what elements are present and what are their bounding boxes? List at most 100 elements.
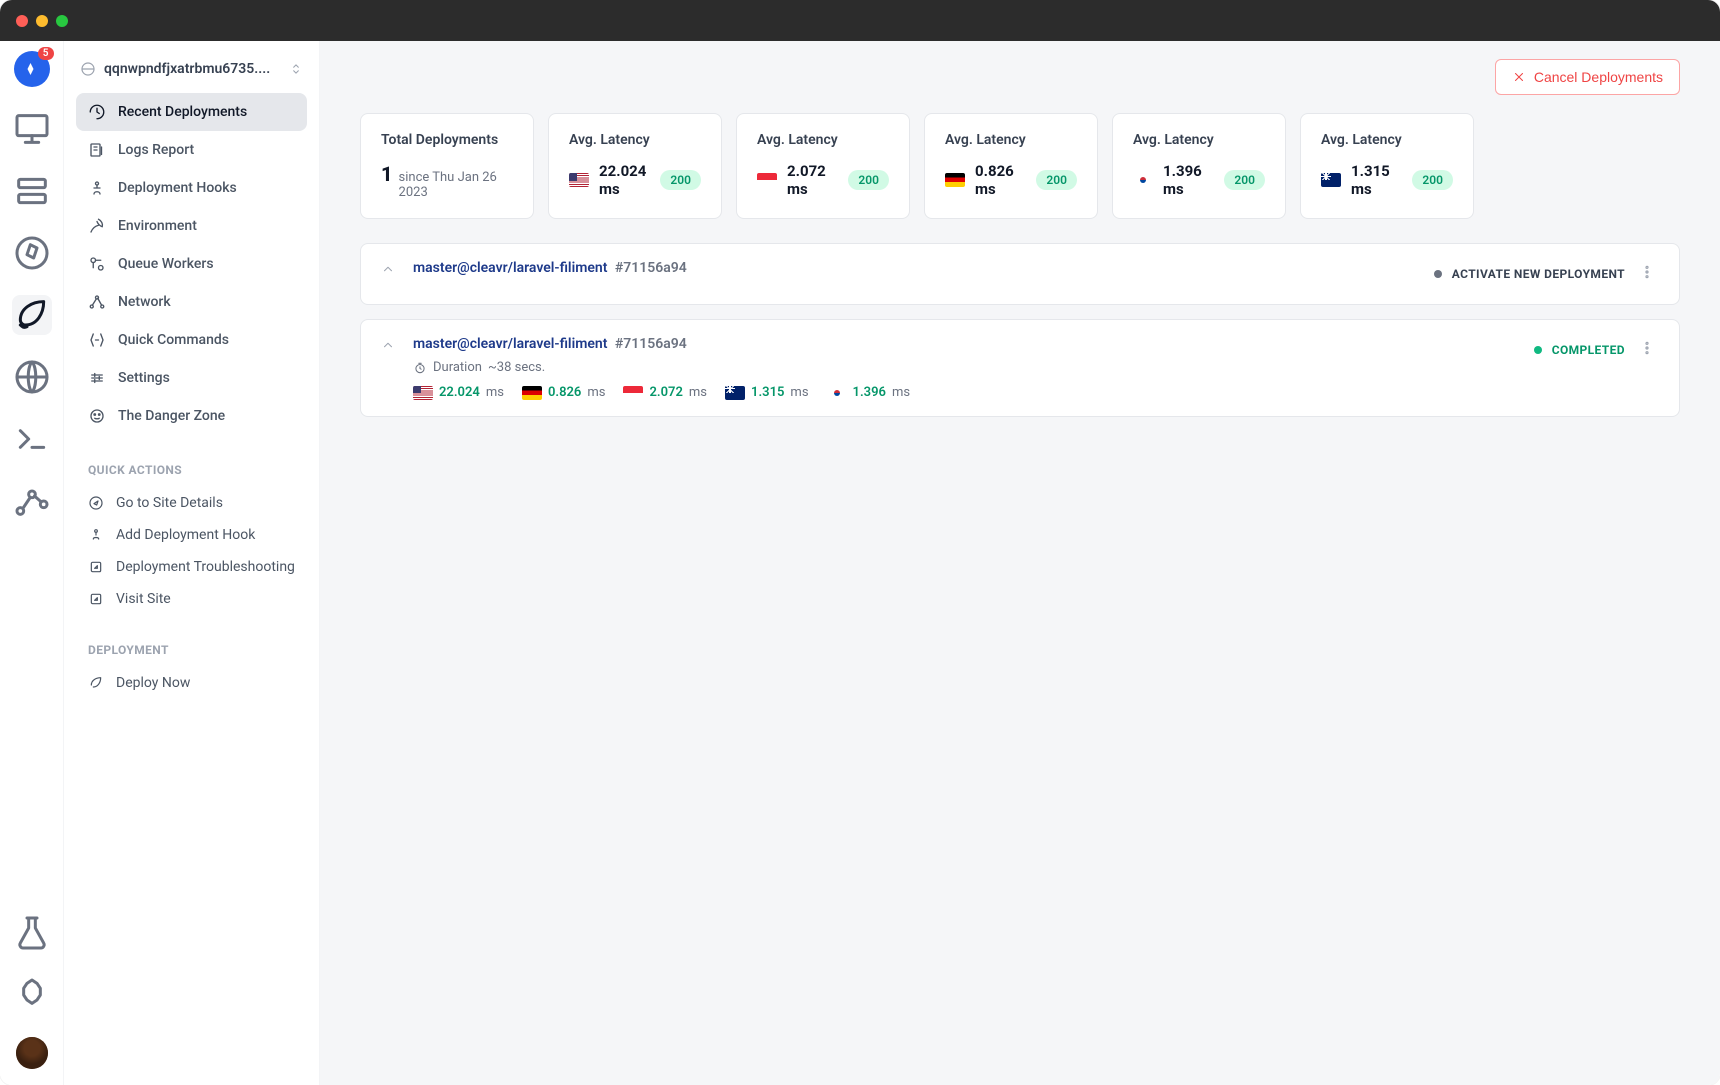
stats-cards: Total Deployments 1 since Thu Jan 26 202… — [360, 113, 1680, 219]
deployment-header: DEPLOYMENT — [64, 615, 319, 667]
rail-servers-icon[interactable] — [12, 109, 52, 149]
quick-action-deployment-troubleshooting[interactable]: Deployment Troubleshooting — [64, 551, 319, 583]
window-titlebar — [0, 0, 1720, 41]
rail-flask-icon[interactable] — [12, 913, 52, 953]
rocket-icon — [88, 675, 104, 691]
window-minimize-button[interactable] — [36, 15, 48, 27]
expand-toggle[interactable] — [381, 262, 395, 280]
nav-icon — [88, 217, 106, 235]
nav-icon — [88, 407, 106, 425]
qa-icon — [88, 591, 104, 607]
total-since: since Thu Jan 26 2023 — [399, 170, 513, 200]
latency-item-de: 0.826ms — [522, 385, 606, 400]
nav-label: Environment — [118, 218, 197, 234]
nav-icon — [88, 141, 106, 159]
rail-globe-icon[interactable] — [12, 357, 52, 397]
qa-icon — [88, 495, 104, 511]
qa-icon — [88, 559, 104, 575]
latency-card-title: Avg. Latency — [945, 132, 1077, 148]
flag-sg-icon — [757, 173, 777, 187]
qa-label: Deployment Troubleshooting — [116, 559, 295, 575]
total-card-title: Total Deployments — [381, 132, 513, 148]
nav-item-queue-workers[interactable]: Queue Workers — [76, 245, 307, 283]
window-maximize-button[interactable] — [56, 15, 68, 27]
nav-icon — [88, 255, 106, 273]
nav-item-the-danger-zone[interactable]: The Danger Zone — [76, 397, 307, 435]
latency-card-title: Avg. Latency — [569, 132, 701, 148]
qa-label: Go to Site Details — [116, 495, 223, 511]
nav-label: Logs Report — [118, 142, 194, 158]
latency-card-title: Avg. Latency — [757, 132, 889, 148]
user-avatar[interactable] — [16, 1037, 48, 1069]
latency-card-de: Avg. Latency 0.826 ms 200 — [924, 113, 1098, 219]
status-dot — [1534, 346, 1542, 354]
nav-label: The Danger Zone — [118, 408, 225, 424]
app-logo[interactable]: 5 — [14, 51, 50, 87]
nav-item-environment[interactable]: Environment — [76, 207, 307, 245]
flag-de-icon — [945, 173, 965, 187]
window-close-button[interactable] — [16, 15, 28, 27]
nav-label: Settings — [118, 370, 170, 386]
latency-value: 0.826 ms — [975, 162, 1026, 198]
latency-card-kr: Avg. Latency 1.396 ms 200 — [1112, 113, 1286, 219]
status-label: ACTIVATE NEW DEPLOYMENT — [1452, 267, 1625, 281]
status-code-pill: 200 — [1036, 170, 1077, 190]
main-content: Cancel Deployments Total Deployments 1 s… — [320, 41, 1720, 1085]
flag-kr-icon — [1133, 173, 1153, 187]
latency-card-title: Avg. Latency — [1321, 132, 1453, 148]
flag-us-icon — [413, 386, 433, 400]
total-count: 1 — [381, 162, 393, 186]
sidebar: qqnwpndfjxatrbmu6735.... Recent Deployme… — [64, 41, 320, 1085]
deployment-duration: Duration~38 secs. — [413, 360, 1516, 375]
cancel-label: Cancel Deployments — [1534, 69, 1663, 85]
expand-toggle[interactable] — [381, 338, 395, 356]
chevron-updown-icon — [289, 62, 303, 76]
latency-card-title: Avg. Latency — [1133, 132, 1265, 148]
qa-icon — [88, 527, 104, 543]
flag-de-icon — [522, 386, 542, 400]
nav-item-settings[interactable]: Settings — [76, 359, 307, 397]
latency-item-kr: 1.396ms — [827, 385, 911, 400]
rail-terminal-icon[interactable] — [12, 419, 52, 459]
site-selector[interactable]: qqnwpndfjxatrbmu6735.... — [80, 61, 303, 77]
latency-card-au: Avg. Latency1.315 ms200 — [1300, 113, 1474, 219]
quick-action-add-deployment-hook[interactable]: Add Deployment Hook — [64, 519, 319, 551]
rail-graph-icon[interactable] — [12, 481, 52, 521]
qa-label: Add Deployment Hook — [116, 527, 255, 543]
nav-icon — [88, 369, 106, 387]
flag-kr-icon — [827, 386, 847, 400]
rail-ring-icon[interactable] — [12, 975, 52, 1015]
flag-us-icon — [569, 173, 589, 187]
nav-icon — [88, 103, 106, 121]
deploy-now-label: Deploy Now — [116, 675, 190, 691]
nav-item-network[interactable]: Network — [76, 283, 307, 321]
nav-item-quick-commands[interactable]: Quick Commands — [76, 321, 307, 359]
rail-deploy-icon[interactable] — [12, 295, 52, 335]
cancel-deployments-button[interactable]: Cancel Deployments — [1495, 59, 1680, 95]
nav-label: Queue Workers — [118, 256, 214, 272]
latency-item-au: 1.315ms — [725, 385, 809, 400]
nav-label: Quick Commands — [118, 332, 229, 348]
nav-item-recent-deployments[interactable]: Recent Deployments — [76, 93, 307, 131]
latency-item-sg: 2.072ms — [623, 385, 707, 400]
latency-value: 1.396 ms — [1163, 162, 1214, 198]
status-code-pill: 200 — [1224, 170, 1265, 190]
latency-value: 2.072 ms — [787, 162, 838, 198]
deployment-menu-button[interactable] — [1635, 336, 1659, 364]
deployment-menu-button[interactable] — [1635, 260, 1659, 288]
quick-action-visit-site[interactable]: Visit Site — [64, 583, 319, 615]
nav-label: Recent Deployments — [118, 104, 247, 120]
quick-action-go-to-site-details[interactable]: Go to Site Details — [64, 487, 319, 519]
deployment-title: master@cleavr/laravel-filiment #71156a94 — [413, 260, 1416, 276]
status-dot — [1434, 270, 1442, 278]
nav-item-logs-report[interactable]: Logs Report — [76, 131, 307, 169]
deploy-now-button[interactable]: Deploy Now — [64, 667, 319, 699]
flag-au-icon — [1321, 173, 1341, 187]
quick-actions-list: Go to Site Details Add Deployment Hook Dep… — [64, 487, 319, 615]
nav-item-deployment-hooks[interactable]: Deployment Hooks — [76, 169, 307, 207]
rail-database-icon[interactable] — [12, 171, 52, 211]
rail-compass-icon[interactable] — [12, 233, 52, 273]
deployment-row: master@cleavr/laravel-filiment #71156a94… — [360, 319, 1680, 417]
nav-icon — [88, 179, 106, 197]
status-label: COMPLETED — [1552, 343, 1625, 357]
